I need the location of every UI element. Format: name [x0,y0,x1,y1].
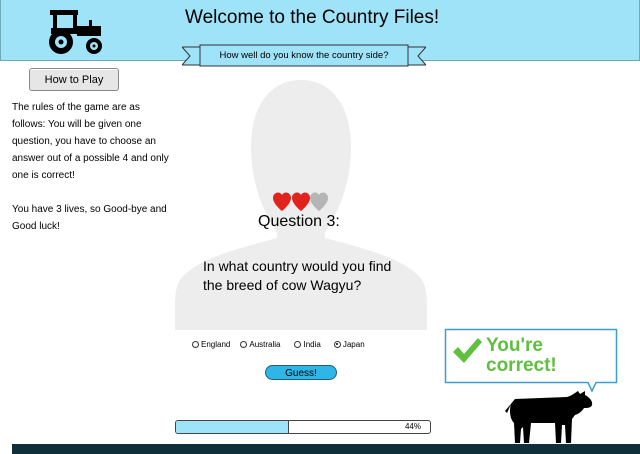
heart-empty-icon [310,192,328,211]
heart-icon [292,192,310,211]
progress-bar: 44% [175,420,431,434]
radio-button[interactable] [192,340,199,348]
progress-fill [176,421,289,433]
option-label: Australia [249,339,281,349]
radio-button-selected[interactable] [333,340,341,348]
option-india[interactable]: India [294,338,321,350]
progress-label: 44% [404,422,421,431]
guess-button[interactable]: Guess! [265,365,337,380]
cow-icon [505,391,593,443]
option-label: England [201,339,231,349]
banner-text: How well do you know the country side? [219,50,389,61]
option-england[interactable]: England [192,338,230,350]
checkmark-icon [453,338,482,363]
radio-button[interactable] [240,340,248,348]
rules-paragraph: The rules of the game are as follows: Yo… [12,102,169,181]
question-title: Question 3: [258,213,340,230]
lives-paragraph: You have 3 lives, so Good-bye and Good l… [12,204,167,232]
answer-options: England Australia India Japan [192,338,365,350]
how-to-play-button[interactable]: How to Play [29,68,119,91]
tractor-icon [49,10,102,54]
footer-bar [12,444,640,454]
heart-icon [273,192,291,211]
feedback-text: You're correct! [486,335,557,376]
lives-hearts [273,192,328,211]
option-label: Japan [342,339,365,349]
option-japan[interactable]: Japan [333,338,365,350]
question-text: In what country would you find the breed… [203,258,392,293]
option-label: India [303,339,321,349]
radio-button[interactable] [294,340,302,348]
rules-text: The rules of the game are as follows: Yo… [12,99,174,252]
option-australia[interactable]: Australia [240,338,280,350]
page-title: Welcome to the Country Files! [185,7,440,28]
